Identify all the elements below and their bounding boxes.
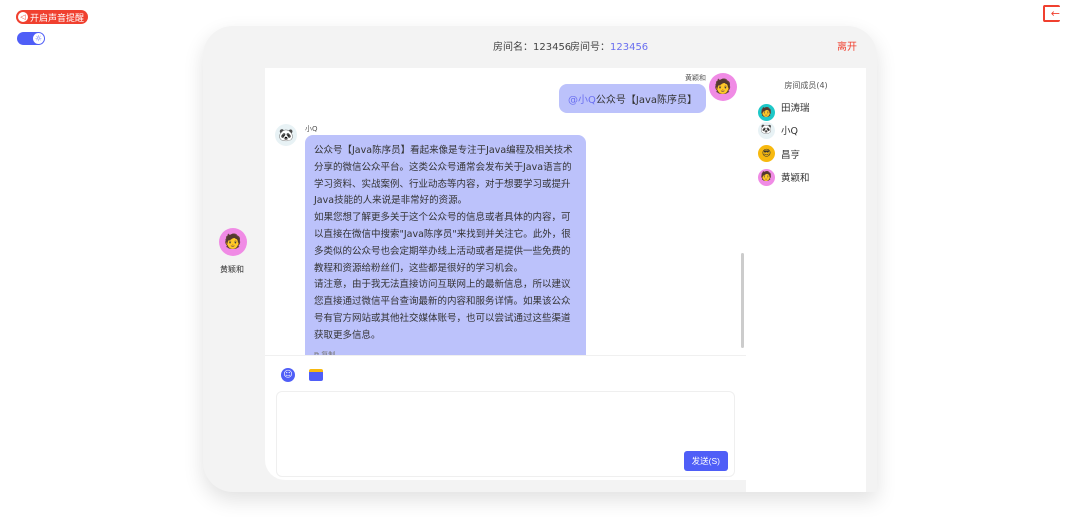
- mention[interactable]: @小Q: [568, 95, 596, 106]
- current-user: 🧑 黄颖和: [219, 228, 249, 275]
- send-button[interactable]: 发送(S): [683, 451, 728, 471]
- member-item[interactable]: 😎 昌亨: [746, 142, 866, 166]
- sender-name: 黄颖和: [685, 74, 706, 82]
- message-paragraph: 如果您想了解更多关于这个公众号的信息或者具体的内容，可以直接在微信中搜索"Jav…: [314, 212, 571, 274]
- sender-name: 小Q: [305, 125, 318, 133]
- leave-button[interactable]: 离开: [837, 38, 857, 53]
- room-id: 房间号：123456: [570, 42, 649, 53]
- avatar: 🧑: [709, 73, 737, 101]
- message-bubble: 公众号【Java陈序员】看起来像是专注于Java编程及相关技术分享的微信公众平台…: [305, 135, 586, 355]
- room-header: 房间名：123456 房间号：123456 离开: [203, 26, 877, 68]
- avatar: 🧑: [219, 228, 247, 256]
- sound-alert-label: 开启声音提醒: [30, 13, 85, 24]
- avatar: 🐼: [275, 124, 297, 146]
- chat-room-window: 房间名：123456 房间号：123456 离开 🧑 黄颖和 黄颖和 🧑 @小Q…: [203, 26, 877, 492]
- avatar: 😎: [758, 145, 775, 163]
- emoji-icon[interactable]: ☺: [281, 368, 295, 382]
- member-item[interactable]: 🧑 田涛瑞: [746, 95, 866, 122]
- current-user-name: 黄颖和: [220, 265, 244, 274]
- avatar: 🧑: [758, 168, 775, 186]
- member-item[interactable]: 🐼 小Q: [746, 119, 866, 143]
- avatar: 🐼: [758, 121, 775, 139]
- folder-icon[interactable]: [309, 369, 323, 381]
- sun-icon: ☼: [33, 33, 44, 44]
- room-name: 房间名：123456: [493, 42, 572, 53]
- members-panel: 房间成员(4) 🧑 田涛瑞 🐼 小Q 😎 昌亨 🧑 黄颖和: [746, 68, 866, 492]
- message-input[interactable]: 发送(S): [276, 391, 735, 477]
- speaker-icon: ◁: [18, 12, 28, 22]
- copy-button[interactable]: ⧉ 复制: [314, 347, 577, 355]
- composer-toolbar: ☺: [281, 368, 323, 382]
- message-bubble: @小Q公众号【Java陈序员】: [559, 84, 706, 113]
- members-title: 房间成员(4): [784, 81, 828, 90]
- message-paragraph: 请注意，由于我无法直接访问互联网上的最新信息，所以建议您直接通过微信平台查询最新…: [314, 279, 571, 341]
- message-list[interactable]: 黄颖和 🧑 @小Q公众号【Java陈序员】 🐼 小Q 公众号【Java陈序员】看…: [265, 68, 746, 356]
- message-paragraph: 公众号【Java陈序员】看起来像是专注于Java编程及相关技术分享的微信公众平台…: [314, 145, 573, 207]
- member-item[interactable]: 🧑 黄颖和: [746, 166, 866, 190]
- sound-alert-toggle[interactable]: ◁ 开启声音提醒: [16, 10, 89, 24]
- exit-icon[interactable]: ←: [1043, 5, 1060, 22]
- scrollbar[interactable]: [741, 253, 744, 348]
- chat-panel: 黄颖和 🧑 @小Q公众号【Java陈序员】 🐼 小Q 公众号【Java陈序员】看…: [265, 68, 746, 480]
- theme-toggle[interactable]: ☼: [17, 32, 45, 45]
